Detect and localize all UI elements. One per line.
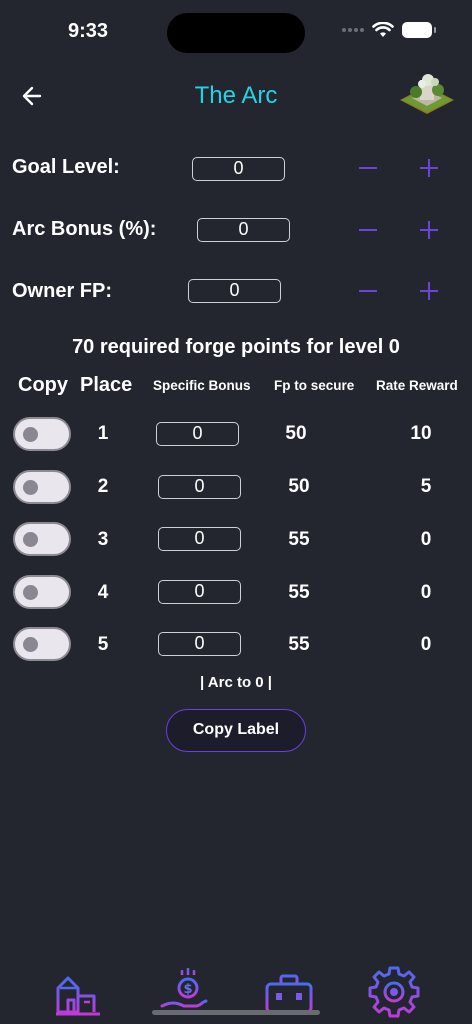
city-icon[interactable] <box>54 966 106 1018</box>
signal-icon <box>342 28 364 32</box>
copy-toggle[interactable] <box>13 470 71 504</box>
dynamic-island <box>167 13 305 53</box>
goal-level-minus-icon[interactable] <box>355 155 381 181</box>
arc-bonus-label: Arc Bonus (%): <box>12 218 157 240</box>
rate-reward-cell: 0 <box>420 529 432 550</box>
svg-text:$: $ <box>183 982 192 997</box>
place-cell: 3 <box>97 529 109 550</box>
status-icons <box>342 22 436 38</box>
header-place: Place <box>80 374 133 396</box>
rate-reward-cell: 5 <box>420 476 432 497</box>
specific-bonus-input[interactable]: 0 <box>158 527 241 551</box>
rate-reward-cell: 0 <box>420 582 432 603</box>
copy-label-button[interactable]: Copy Label <box>166 709 306 752</box>
owner-fp-minus-icon[interactable] <box>355 278 381 304</box>
status-time: 9:33 <box>68 20 109 42</box>
fp-to-secure-cell: 55 <box>288 529 310 550</box>
copy-toggle[interactable] <box>13 627 71 661</box>
place-cell: 5 <box>97 634 109 655</box>
toggle-knob <box>23 637 38 652</box>
toggle-knob <box>23 427 38 442</box>
specific-bonus-input[interactable]: 0 <box>158 632 241 656</box>
goal-level-plus-icon[interactable] <box>416 155 442 181</box>
settings-gear-icon[interactable] <box>368 966 420 1018</box>
copy-toggle[interactable] <box>13 522 71 556</box>
arc-bonus-plus-icon[interactable] <box>416 217 442 243</box>
place-cell: 1 <box>97 423 109 444</box>
goal-level-input[interactable]: 0 <box>192 157 285 181</box>
copy-toggle[interactable] <box>13 417 71 451</box>
owner-fp-label: Owner FP: <box>12 280 113 302</box>
owner-fp-input[interactable]: 0 <box>188 279 281 303</box>
arc-bonus-input[interactable]: 0 <box>197 218 290 242</box>
header-fp-to-secure: Fp to secure <box>274 378 355 393</box>
toggle-knob <box>23 480 38 495</box>
fp-to-secure-cell: 50 <box>285 423 307 444</box>
specific-bonus-input[interactable]: 0 <box>156 422 239 446</box>
specific-bonus-input[interactable]: 0 <box>158 580 241 604</box>
fp-to-secure-cell: 55 <box>288 634 310 655</box>
header-rate-reward: Rate Reward <box>376 378 458 393</box>
specific-bonus-input[interactable]: 0 <box>158 475 241 499</box>
header-specific-bonus: Specific Bonus <box>153 378 251 393</box>
copy-toggle[interactable] <box>13 575 71 609</box>
place-cell: 2 <box>97 476 109 497</box>
battery-icon <box>402 22 436 38</box>
required-fp-summary: 70 required forge points for level 0 <box>72 336 400 358</box>
goal-level-label: Goal Level: <box>12 156 120 178</box>
toggle-knob <box>23 585 38 600</box>
rate-reward-cell: 10 <box>410 423 432 444</box>
toggle-knob <box>23 532 38 547</box>
wifi-icon <box>372 22 394 37</box>
arc-label-preview: | Arc to 0 | <box>199 674 273 691</box>
fp-to-secure-cell: 50 <box>288 476 310 497</box>
place-cell: 4 <box>97 582 109 603</box>
arc-bonus-minus-icon[interactable] <box>355 217 381 243</box>
fp-to-secure-cell: 55 <box>288 582 310 603</box>
owner-fp-plus-icon[interactable] <box>416 278 442 304</box>
rate-reward-cell: 0 <box>420 634 432 655</box>
building-thumbnail-icon <box>400 74 454 114</box>
header-copy: Copy <box>18 374 68 396</box>
home-indicator <box>152 1010 320 1015</box>
